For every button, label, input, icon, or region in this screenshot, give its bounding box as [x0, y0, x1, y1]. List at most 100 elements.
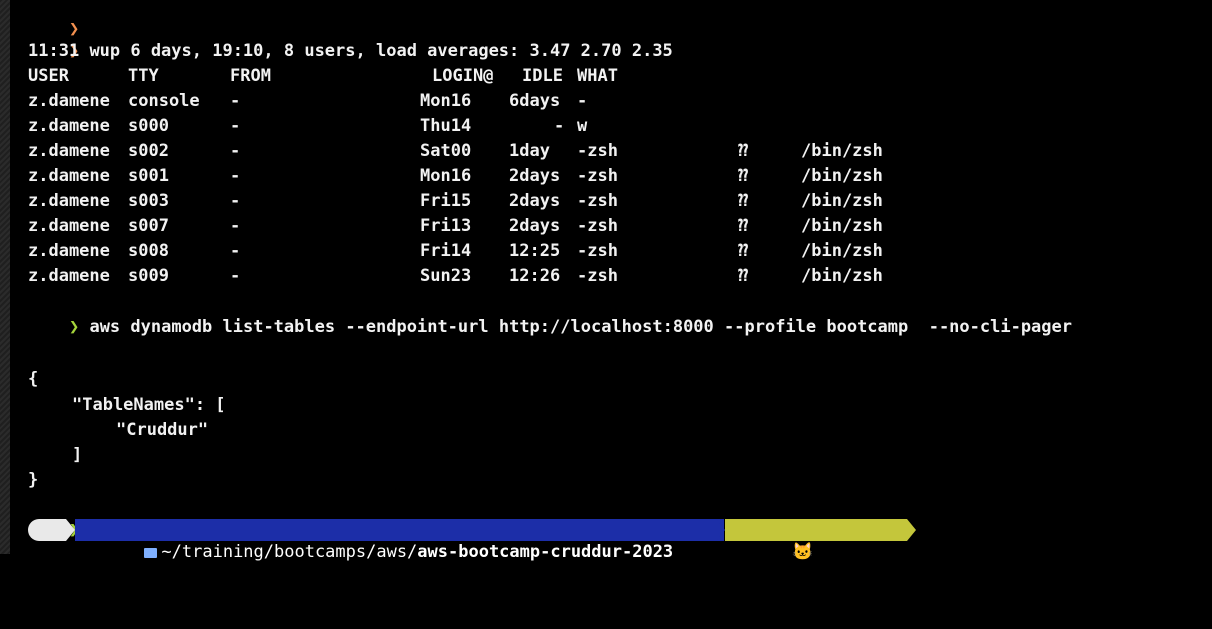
cell-tty: s000: [128, 116, 169, 136]
json-value-line: "Cruddur": [116, 420, 209, 440]
json-close-bracket: ]: [72, 445, 83, 465]
table-row: z.damene s000 - Thu14 - w: [28, 114, 1128, 139]
cell-login: Fri14: [420, 241, 472, 261]
cell-user: z.damene: [28, 266, 110, 286]
cwd-repo: aws-bootcamp-cruddur-2023: [417, 542, 674, 562]
cell-idle: 2days: [509, 166, 561, 186]
cwd-segment: ~/training/bootcamps/aws/aws-bootcamp-cr…: [75, 519, 724, 562]
segment-separator: [716, 519, 725, 541]
cell-from: -: [230, 116, 241, 136]
cell-from: -: [230, 141, 241, 161]
cell-user: z.damene: [28, 191, 110, 211]
cell-what: -zsh: [577, 266, 618, 286]
uptime-line: 11:31 up 6 days, 19:10, 8 users, load av…: [28, 41, 673, 61]
window-edge: [0, 0, 10, 554]
table-row: z.damene console - Mon16 6days -: [28, 89, 1128, 114]
header-tty: TTY: [128, 66, 159, 86]
cell-path: /bin/zsh: [801, 141, 883, 161]
cell-user: z.damene: [28, 116, 110, 136]
cell-unknown-glyph: ⁇: [738, 241, 749, 261]
cell-user: z.damene: [28, 91, 110, 111]
cell-idle: 2days: [509, 216, 561, 236]
cell-path: /bin/zsh: [801, 191, 883, 211]
cell-path: /bin/zsh: [801, 241, 883, 261]
cell-login: Sun23: [420, 266, 472, 286]
cell-path: /bin/zsh: [801, 216, 883, 236]
cell-from: -: [230, 216, 241, 236]
json-open-brace: {: [28, 369, 39, 389]
cell-path: /bin/zsh: [801, 266, 883, 286]
header-what: WHAT: [577, 66, 618, 86]
command-line-w: ❯ w: [28, 14, 100, 61]
cell-tty: s008: [128, 241, 169, 261]
cell-path: /bin/zsh: [801, 166, 883, 186]
cell-what: -zsh: [577, 141, 618, 161]
header-from: FROM: [230, 66, 271, 86]
segment-separator: [907, 519, 916, 541]
folder-icon: [144, 548, 158, 558]
cell-idle: -: [554, 116, 565, 136]
segment-separator: [66, 519, 75, 541]
table-row: z.damene s002 - Sat00 1day -zsh ⁇ /bin/z…: [28, 139, 1128, 164]
json-close-brace: }: [28, 470, 39, 490]
table-row: z.damene s009 - Sun23 12:26 -zsh ⁇ /bin/…: [28, 264, 1128, 289]
cell-what: -zsh: [577, 166, 618, 186]
cell-tty: s001: [128, 166, 169, 186]
cell-login: Mon16: [420, 91, 472, 111]
table-row: z.damene s007 - Fri13 2days -zsh ⁇ /bin/…: [28, 214, 1128, 239]
cell-tty: s003: [128, 191, 169, 211]
header-login: LOGIN@: [432, 66, 494, 86]
header-idle: IDLE: [522, 66, 563, 86]
cell-from: -: [230, 166, 241, 186]
cell-user: z.damene: [28, 166, 110, 186]
cell-idle: 1day: [509, 141, 550, 161]
cell-login: Thu14: [420, 116, 472, 136]
cell-login: Fri13: [420, 216, 472, 236]
cell-idle: 12:26: [509, 266, 561, 286]
who-header-row: USER TTY FROM LOGIN@ IDLE WHAT: [28, 64, 1128, 89]
table-row: z.damene s008 - Fri14 12:25 -zsh ⁇ /bin/…: [28, 239, 1128, 264]
prompt-line: ❯: [28, 493, 79, 540]
git-status: !1 ?1: [891, 542, 943, 562]
cwd-prefix: ~/training/bootcamps/aws/: [161, 542, 418, 562]
cell-unknown-glyph: ⁇: [738, 266, 749, 286]
prompt-symbol: ❯: [68, 317, 80, 337]
cell-tty: s009: [128, 266, 169, 286]
cell-login: Sat00: [420, 141, 472, 161]
cell-user: z.damene: [28, 141, 110, 161]
cell-unknown-glyph: ⁇: [738, 141, 749, 161]
prompt-status-bar: ~/training/bootcamps/aws/aws-bootcamp-cr…: [28, 517, 942, 581]
cell-user: z.damene: [28, 241, 110, 261]
cell-tty: s007: [128, 216, 169, 236]
cell-from: -: [230, 266, 241, 286]
cell-login: Fri15: [420, 191, 472, 211]
cell-what: -zsh: [577, 191, 618, 211]
command-line-aws: ❯ aws dynamodb list-tables --endpoint-ur…: [28, 290, 1072, 337]
terminal-output[interactable]: ❯ ❯ w 11:31 up 6 days, 19:10, 8 users, l…: [28, 0, 1212, 581]
table-row: z.damene s001 - Mon16 2days -zsh ⁇ /bin/…: [28, 164, 1128, 189]
git-branch-icon: 🐱ᚴ: [792, 542, 824, 562]
cell-tty: s002: [128, 141, 169, 161]
cell-unknown-glyph: ⁇: [738, 191, 749, 211]
git-branch: week1: [829, 542, 881, 562]
cell-what: w: [577, 116, 588, 136]
table-row: z.damene s003 - Fri15 2days -zsh ⁇ /bin/…: [28, 189, 1128, 214]
cell-idle: 6days: [509, 91, 561, 111]
cell-user: z.damene: [28, 216, 110, 236]
cell-unknown-glyph: ⁇: [738, 216, 749, 236]
cell-tty: console: [128, 91, 200, 111]
cell-what: -zsh: [577, 216, 618, 236]
cell-from: -: [230, 241, 241, 261]
json-key-line: "TableNames": [: [72, 395, 226, 415]
cell-from: -: [230, 91, 241, 111]
cell-idle: 2days: [509, 191, 561, 211]
cell-unknown-glyph: ⁇: [738, 166, 749, 186]
command-text: aws dynamodb list-tables --endpoint-url …: [89, 317, 1072, 337]
git-segment: 🐱ᚴ week1 !1 ?1: [725, 519, 942, 562]
apple-segment: [28, 519, 122, 581]
header-user: USER: [28, 66, 69, 86]
cell-what: -: [577, 91, 588, 111]
cell-login: Mon16: [420, 166, 472, 186]
cell-from: -: [230, 191, 241, 211]
cell-what: -zsh: [577, 241, 618, 261]
